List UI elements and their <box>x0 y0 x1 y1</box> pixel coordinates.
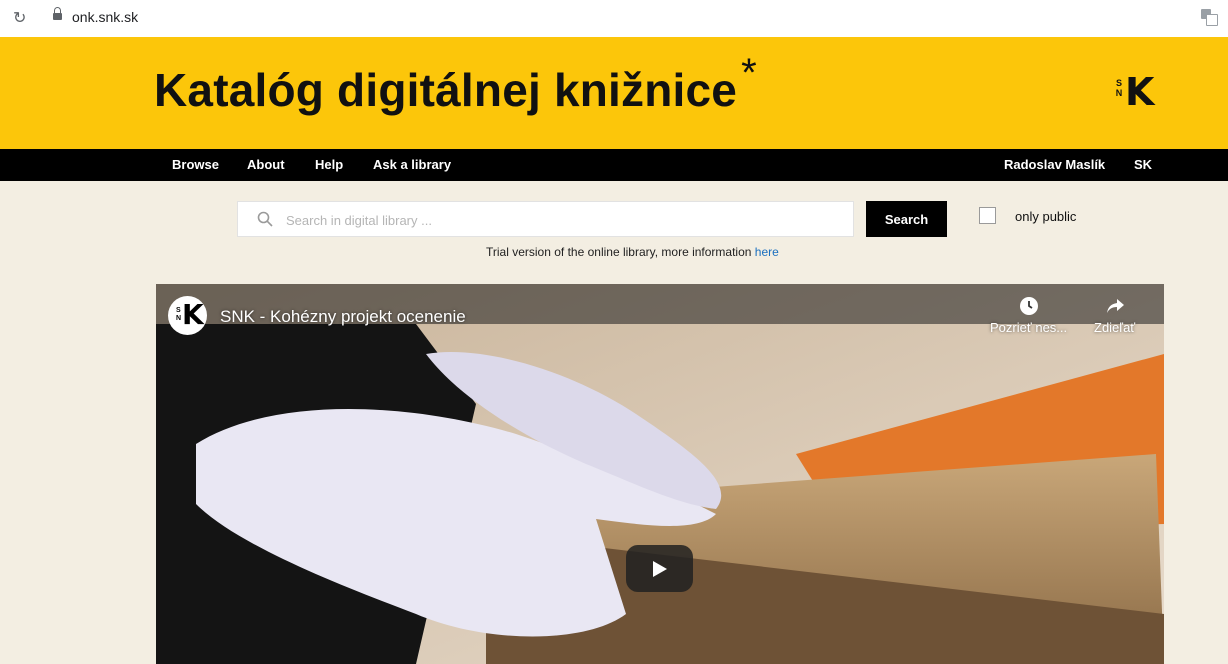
browser-address-bar: ↻ onk.snk.sk <box>0 0 1228 37</box>
search-icon <box>257 211 273 227</box>
only-public-checkbox[interactable] <box>979 207 996 224</box>
watch-later-label: Pozrieť nes... <box>990 320 1068 335</box>
only-public-label[interactable]: only public <box>1015 209 1076 224</box>
trial-notice-text: Trial version of the online library, mor… <box>486 245 755 259</box>
share-label: Zdieľať <box>1094 320 1136 335</box>
lock-icon[interactable] <box>53 7 62 20</box>
trial-notice-link[interactable]: here <box>755 245 779 259</box>
share-button[interactable]: Zdieľať <box>1094 296 1135 335</box>
translate-icon[interactable] <box>1201 9 1218 26</box>
reload-icon[interactable]: ↻ <box>13 8 26 27</box>
video-player[interactable]: SN K SNK - Kohézny projekt ocenenie Pozr… <box>156 284 1164 664</box>
nav-about[interactable]: About <box>247 157 285 172</box>
logo-k: K <box>1125 70 1155 114</box>
search-input[interactable] <box>284 202 848 238</box>
channel-avatar[interactable]: SN K <box>168 296 207 335</box>
video-title[interactable]: SNK - Kohézny projekt ocenenie <box>220 307 466 327</box>
clock-icon <box>1019 297 1038 315</box>
video-frame <box>156 284 1164 664</box>
play-icon <box>653 561 667 577</box>
watch-later-button[interactable]: Pozrieť nes... <box>990 296 1067 335</box>
nav-language[interactable]: SK <box>1134 157 1152 172</box>
share-icon <box>1106 299 1124 313</box>
site-title-text: Katalóg digitálnej knižnice <box>154 64 738 116</box>
trial-notice: Trial version of the online library, mor… <box>486 245 779 259</box>
address-url[interactable]: onk.snk.sk <box>72 9 138 25</box>
site-title[interactable]: Katalóg digitálnej knižnice * <box>154 51 757 117</box>
play-button[interactable] <box>626 545 693 592</box>
logo-sn: SN <box>1115 78 1123 98</box>
main-nav: Browse About Help Ask a library Radoslav… <box>0 149 1228 181</box>
site-header: Katalóg digitálnej knižnice * SN K <box>0 37 1228 149</box>
nav-ask-library[interactable]: Ask a library <box>373 157 451 172</box>
nav-browse[interactable]: Browse <box>172 157 219 172</box>
search-button[interactable]: Search <box>866 201 947 237</box>
nav-user[interactable]: Radoslav Maslík <box>1004 157 1105 172</box>
nav-help[interactable]: Help <box>315 157 343 172</box>
search-box <box>237 201 854 238</box>
snk-logo[interactable]: SN K <box>1115 70 1165 114</box>
site-title-star: * <box>741 51 757 95</box>
